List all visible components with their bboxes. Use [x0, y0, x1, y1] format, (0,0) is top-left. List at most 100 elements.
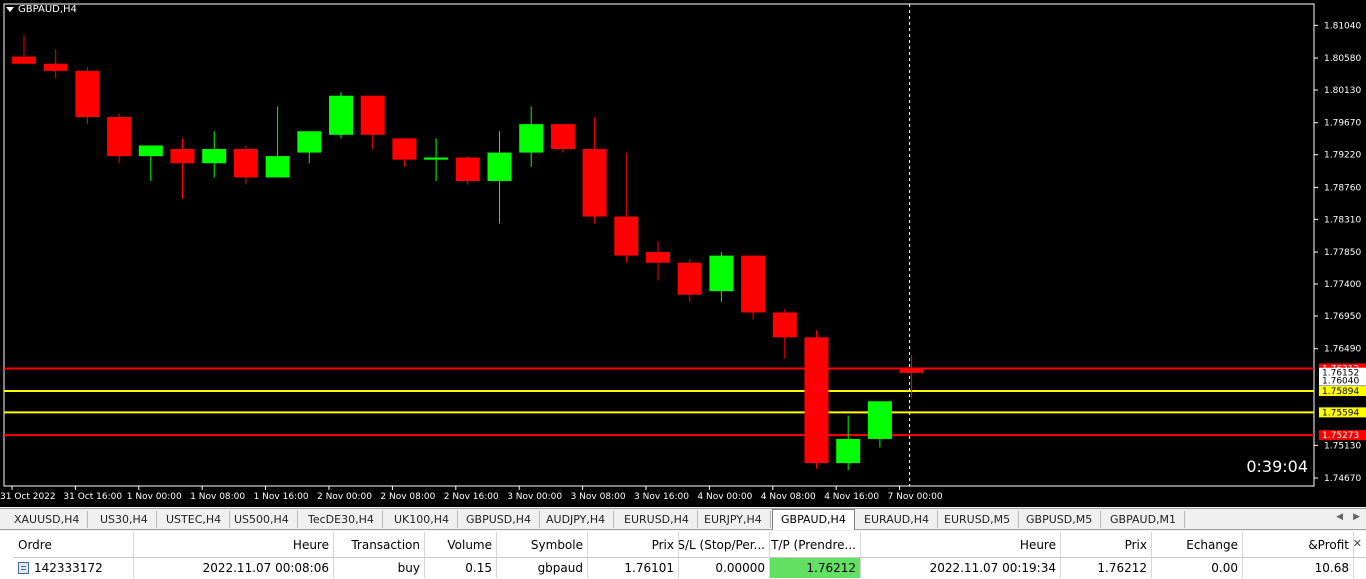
scroll-left-icon[interactable]: ◀: [1336, 512, 1343, 522]
x-tick-label: 4 Nov 16:00: [824, 492, 879, 502]
x-tick-label: 4 Nov 08:00: [761, 492, 816, 502]
table-cell[interactable]: gbpaud: [497, 558, 588, 578]
tab-euraud-h4[interactable]: EURAUD,H4: [856, 511, 939, 528]
table-cell[interactable]: 0.00: [1152, 558, 1243, 578]
tab-tecde30-h4[interactable]: TecDE30,H4: [300, 511, 383, 528]
y-tick-label: 1.76490: [1324, 345, 1361, 355]
tab-eurusd-h4[interactable]: EURUSD,H4: [616, 511, 698, 528]
symbol-label[interactable]: GBPAUD,H4: [6, 4, 77, 15]
y-tick-label: 1.81040: [1324, 21, 1361, 31]
x-tick-label: 1 Nov 08:00: [190, 492, 245, 502]
candle-bear: [550, 124, 575, 150]
table-cell[interactable]: 1.76212: [770, 558, 861, 578]
order-id: 142333172: [34, 561, 103, 575]
candle-bear: [582, 149, 607, 217]
order-document-icon: [18, 562, 29, 574]
tab-eurjpy-h4[interactable]: EURJPY,H4: [696, 511, 771, 528]
column-header[interactable]: Prix: [588, 532, 679, 557]
table-cell[interactable]: buy: [334, 558, 425, 578]
tab-gbpusd-h4[interactable]: GBPUSD,H4: [458, 511, 540, 528]
x-tick-label: 1 Nov 00:00: [127, 492, 182, 502]
table-cell[interactable]: 1.76212: [1061, 558, 1152, 578]
y-tick-label: 1.75130: [1324, 441, 1361, 451]
ask-price-label: 1.76040: [1322, 377, 1359, 387]
tab-us30-h4[interactable]: US30,H4: [92, 511, 157, 528]
candle-bull: [202, 149, 227, 164]
table-cell[interactable]: 0.15: [425, 558, 497, 578]
x-tick-label: 3 Nov 08:00: [571, 492, 626, 502]
terminal-header-row: Ordre Heure Transaction Volume Symbole Prix S/…: [14, 532, 1366, 558]
dropdown-triangle-icon[interactable]: [6, 7, 14, 12]
table-cell[interactable]: 2022.11.07 00:08:06: [134, 558, 334, 578]
candle-bear: [170, 149, 195, 164]
x-tick-label: 2 Nov 08:00: [380, 492, 435, 502]
candle-bear: [614, 216, 639, 256]
candle-bear: [12, 56, 36, 64]
candle-bear: [107, 117, 132, 157]
x-tick-label: 3 Nov 00:00: [507, 492, 562, 502]
table-cell[interactable]: 10.68: [1243, 558, 1354, 578]
y-tick-label: 1.79220: [1324, 151, 1361, 161]
column-header[interactable]: T/P (Prendre...: [770, 532, 861, 557]
candle-bull: [836, 438, 861, 464]
order-id-cell[interactable]: 142333172: [14, 558, 134, 578]
tab-gbpaud-m1[interactable]: GBPAUD,M1: [1102, 511, 1186, 528]
candle-bull: [265, 156, 290, 178]
y-tick-label: 1.79670: [1324, 119, 1361, 129]
tab-eurusd-m5[interactable]: EURUSD,M5: [936, 511, 1020, 528]
column-header[interactable]: &Profit: [1243, 532, 1354, 557]
x-tick-label: 4 Nov 00:00: [697, 492, 752, 502]
close-icon[interactable]: ✕: [1353, 537, 1362, 550]
column-header[interactable]: Heure: [861, 532, 1061, 557]
y-tick-label: 1.74670: [1324, 474, 1361, 484]
candle-bull: [519, 124, 544, 153]
column-header[interactable]: Ordre: [14, 532, 134, 557]
column-header[interactable]: Echange: [1152, 532, 1243, 557]
candle-bull: [138, 145, 163, 157]
x-tick-label: 2 Nov 00:00: [317, 492, 372, 502]
candle-bull: [424, 157, 449, 160]
y-tick-label: 1.78310: [1324, 215, 1361, 225]
tab-xauusd-h4[interactable]: XAUUSD,H4: [6, 511, 89, 528]
tab-uk100-h4[interactable]: UK100,H4: [386, 511, 459, 528]
candle-bull: [297, 131, 322, 153]
y-tick-label: 1.77850: [1324, 248, 1361, 258]
price-chart[interactable]: 1.81040 1.80580 1.80130 1.79670 1.79220 1.787…: [0, 0, 1366, 507]
x-tick-label: 7 Nov 00:00: [888, 492, 943, 502]
tab-ustec-h4[interactable]: USTEC,H4: [158, 511, 231, 528]
y-tick-label: 1.80580: [1324, 54, 1361, 64]
candle-bear: [233, 149, 258, 178]
table-cell[interactable]: 1.76101: [588, 558, 679, 578]
candle-bear: [899, 369, 924, 373]
price-line-tag-label: 1.75894: [1322, 387, 1359, 397]
column-header[interactable]: Symbole: [497, 532, 588, 557]
x-tick-label: 3 Nov 16:00: [634, 492, 689, 502]
candle-bull: [709, 255, 734, 292]
column-header[interactable]: Volume: [425, 532, 497, 557]
column-header[interactable]: Prix: [1061, 532, 1152, 557]
candle-bull: [487, 152, 512, 181]
y-tick-label: 1.78760: [1324, 183, 1361, 193]
plot-frame: [3, 3, 1315, 487]
tab-gbpaud-h4[interactable]: GBPAUD,H4: [772, 509, 855, 530]
tab-scroll-arrows: ◀ ▶: [1336, 512, 1360, 522]
candle-bull: [867, 401, 892, 439]
column-header[interactable]: Transaction: [334, 532, 425, 557]
candle-bear: [804, 337, 829, 464]
chart-area[interactable]: 1.81040 1.80580 1.80130 1.79670 1.79220 1.787…: [0, 0, 1366, 507]
y-tick-label: 1.77400: [1324, 280, 1361, 290]
tab-us500-h4[interactable]: US500,H4: [226, 511, 298, 528]
table-cell[interactable]: 2022.11.07 00:19:34: [861, 558, 1061, 578]
tab-gbpusd-m5[interactable]: GBPUSD,M5: [1018, 511, 1102, 528]
scroll-right-icon[interactable]: ▶: [1353, 512, 1360, 522]
x-tick-label: 2 Nov 16:00: [444, 492, 499, 502]
tab-audjpy-h4[interactable]: AUDJPY,H4: [538, 511, 615, 528]
table-cell[interactable]: 0.00000: [679, 558, 770, 578]
terminal-rows: 142333172 2022.11.07 00:08:06 buy 0.15 gbpau…: [14, 558, 1366, 578]
candle-bear: [772, 312, 797, 338]
column-header[interactable]: Heure: [134, 532, 334, 557]
column-header[interactable]: S/L (Stop/Per...: [679, 532, 770, 557]
x-tick-label: 31 Oct 2022: [0, 492, 56, 502]
x-tick-label: 31 Oct 16:00: [63, 492, 122, 502]
candle-bear: [455, 157, 480, 181]
